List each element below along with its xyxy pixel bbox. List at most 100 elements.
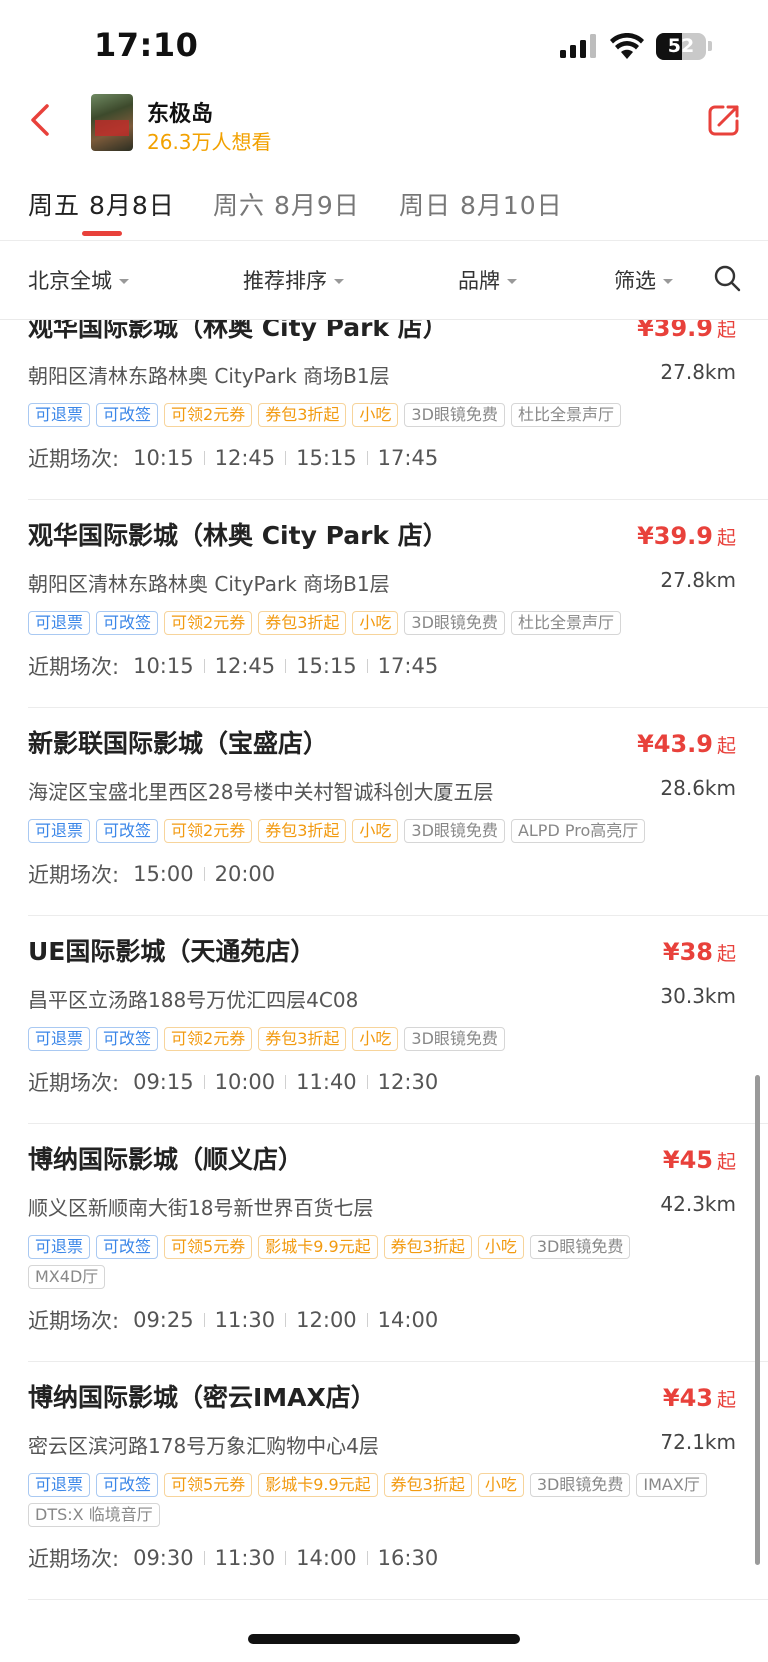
more-filter-label: 筛选	[614, 269, 656, 293]
cinema-tag: 可改签	[96, 1235, 159, 1259]
home-indicator[interactable]	[248, 1634, 520, 1644]
showtime[interactable]: 17:45	[368, 654, 449, 678]
cinema-tag: 可退票	[28, 1473, 91, 1497]
showtime[interactable]: 15:15	[286, 654, 367, 678]
cinema-card[interactable]: 观华国际影城（林奥 City Park 店） ¥39.9 起朝阳区清林东路林奥 Ci…	[28, 320, 768, 500]
caret-down-icon	[663, 278, 673, 284]
cinema-header: 博纳国际影城（顺义店） ¥45 起	[28, 1140, 768, 1176]
showtime[interactable]: 12:45	[205, 654, 286, 678]
cinema-tag: 可改签	[96, 819, 159, 843]
status-bar: 17:10 52	[0, 0, 768, 92]
showtimes-row: 近期场次: 09:15 10:00 11:40 12:30	[28, 1067, 768, 1097]
showtimes-label: 近期场次:	[28, 1071, 120, 1095]
cinema-address: 朝阳区清林东路林奥 CityPark 商场B1层	[28, 364, 390, 388]
showtime[interactable]: 15:00	[123, 862, 204, 886]
cinema-header: 博纳国际影城（密云IMAX店） ¥43 起	[28, 1378, 768, 1414]
cinema-card[interactable]: 新影联国际影城（宝盛店） ¥43.9 起海淀区宝盛北里西区28号楼中关村智诚科创大厦…	[28, 708, 768, 916]
showtime[interactable]: 09:15	[123, 1070, 204, 1094]
battery-icon: 52	[656, 32, 706, 60]
cinema-tag: 券包3折起	[258, 403, 347, 427]
more-filter[interactable]: 筛选	[614, 265, 673, 295]
cinema-tag: 券包3折起	[258, 1027, 347, 1051]
showtime[interactable]: 09:30	[123, 1546, 204, 1570]
cinema-tag: 可退票	[28, 1235, 91, 1259]
showtime[interactable]: 12:30	[368, 1070, 449, 1094]
showtime[interactable]: 14:00	[368, 1308, 449, 1332]
showtime[interactable]: 10:15	[123, 446, 204, 470]
cinema-card[interactable]: 观华国际影城（林奥 City Park 店） ¥39.9 起朝阳区清林东路林奥 Ci…	[28, 500, 768, 708]
cinema-tag: 3D眼镜免费	[529, 1473, 631, 1497]
brand-filter[interactable]: 品牌	[458, 265, 517, 295]
address-row: 朝阳区清林东路林奥 CityPark 商场B1层 27.8km	[28, 360, 768, 389]
price-value: ¥38	[662, 938, 713, 966]
city-filter-label: 北京全城	[28, 269, 112, 293]
cinema-tag: 影城卡9.9元起	[258, 1473, 378, 1497]
address-row: 海淀区宝盛北里西区28号楼中关村智诚科创大厦五层 28.6km	[28, 776, 768, 805]
back-button[interactable]	[22, 98, 62, 142]
battery-level-text: 52	[667, 34, 695, 57]
showtime[interactable]: 11:30	[205, 1308, 286, 1332]
cinema-list[interactable]: 观华国际影城（林奥 City Park 店） ¥39.9 起朝阳区清林东路林奥 Ci…	[0, 320, 768, 1620]
tab-date-2[interactable]: 周六 8月9日	[213, 186, 360, 222]
showtime[interactable]: 12:00	[286, 1308, 367, 1332]
cinema-name: 观华国际影城（林奥 City Park 店）	[28, 521, 448, 550]
tag-list: 可退票 可改签 可领2元券 券包3折起 小吃 3D眼镜免费 杜比全景声厅	[28, 611, 768, 635]
showtime[interactable]: 20:00	[205, 862, 286, 886]
cinema-name: 观华国际影城（林奥 City Park 店）	[28, 320, 448, 342]
cinema-tag: 券包3折起	[258, 611, 347, 635]
movie-title: 东极岛	[147, 102, 214, 127]
city-filter[interactable]: 北京全城	[28, 265, 129, 295]
showtime[interactable]: 17:45	[368, 446, 449, 470]
cinema-card[interactable]: UE国际影城（天通苑店） ¥38 起昌平区立汤路188号万优汇四层4C08 30.3k…	[28, 916, 768, 1124]
address-row: 密云区滨河路178号万象汇购物中心4层 72.1km	[28, 1430, 768, 1459]
price-value: ¥39.9	[637, 522, 713, 550]
cinema-distance: 28.6km	[660, 776, 736, 800]
movie-poster[interactable]	[91, 94, 133, 151]
cinema-address: 昌平区立汤路188号万优汇四层4C08	[28, 988, 359, 1012]
showtime[interactable]: 11:30	[205, 1546, 286, 1570]
showtime[interactable]: 10:15	[123, 654, 204, 678]
showtime[interactable]: 12:45	[205, 446, 286, 470]
tag-list: 可退票 可改签 可领5元券 影城卡9.9元起 券包3折起 小吃 3D眼镜免费 IMAX厅 DTS…	[28, 1473, 768, 1527]
active-tab-underline	[82, 231, 122, 236]
cinema-card[interactable]: 博纳国际影城（顺义店） ¥45 起顺义区新顺南大街18号新世界百货七层 42.3km 可…	[28, 1124, 768, 1362]
tag-list: 可退票 可改签 可领2元券 券包3折起 小吃 3D眼镜免费	[28, 1027, 768, 1051]
movie-header: 东极岛 26.3万人想看	[0, 88, 768, 164]
date-tabs: 周五 8月8日 周六 8月9日 周日 8月10日	[0, 176, 768, 240]
price-suffix: 起	[716, 735, 736, 757]
cinema-tag: 小吃	[352, 403, 399, 427]
cinema-name: 博纳国际影城（顺义店）	[28, 1145, 304, 1174]
showtime[interactable]: 15:15	[286, 446, 367, 470]
share-button[interactable]	[706, 102, 742, 138]
cinema-tag: 可领5元券	[164, 1473, 253, 1497]
price-suffix: 起	[716, 943, 736, 965]
price-suffix: 起	[716, 320, 736, 341]
cinema-card[interactable]: 博纳国际影城（密云IMAX店） ¥43 起密云区滨河路178号万象汇购物中心4层 72…	[28, 1362, 768, 1600]
poster-title-art	[95, 120, 129, 136]
sort-filter[interactable]: 推荐排序	[243, 265, 344, 295]
showtime[interactable]: 14:00	[286, 1546, 367, 1570]
cinema-tag: MX4D厅	[28, 1265, 106, 1289]
caret-down-icon	[119, 278, 129, 284]
showtime[interactable]: 11:40	[286, 1070, 367, 1094]
scrollbar[interactable]	[755, 1075, 760, 1565]
cinema-tag: 小吃	[352, 611, 399, 635]
address-row: 顺义区新顺南大街18号新世界百货七层 42.3km	[28, 1192, 768, 1221]
cinema-tag: 券包3折起	[383, 1473, 472, 1497]
showtimes-row: 近期场次: 10:15 12:45 15:15 17:45	[28, 443, 768, 473]
cinema-address: 海淀区宝盛北里西区28号楼中关村智诚科创大厦五层	[28, 780, 494, 804]
showtime[interactable]: 10:00	[205, 1070, 286, 1094]
tab-date-3[interactable]: 周日 8月10日	[399, 186, 563, 222]
cinema-tag: 券包3折起	[383, 1235, 472, 1259]
cinema-tag: 小吃	[477, 1235, 524, 1259]
status-time: 17:10	[94, 26, 199, 64]
cinema-name: 新影联国际影城（宝盛店）	[28, 729, 329, 758]
showtime[interactable]: 16:30	[368, 1546, 449, 1570]
showtime[interactable]: 09:25	[123, 1308, 204, 1332]
price-value: ¥43.9	[637, 730, 713, 758]
cinema-tag: 可退票	[28, 611, 91, 635]
tab-date-1[interactable]: 周五 8月8日	[28, 186, 175, 222]
brand-filter-label: 品牌	[458, 269, 500, 293]
search-button[interactable]	[712, 263, 742, 293]
price-suffix: 起	[716, 1389, 736, 1411]
